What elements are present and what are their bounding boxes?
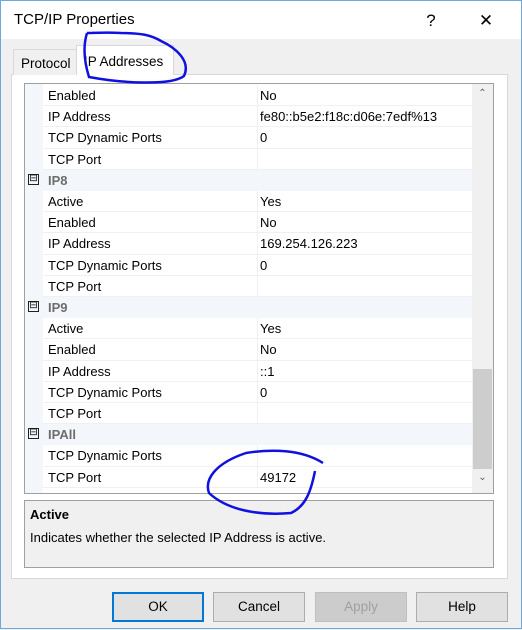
help-icon[interactable]: ?: [414, 7, 448, 35]
property-value[interactable]: 169.254.126.223: [260, 236, 358, 251]
window-title: TCP/IP Properties: [14, 11, 135, 28]
close-icon[interactable]: ✕: [469, 7, 503, 35]
apply-button: Apply: [315, 592, 407, 622]
property-row[interactable]: Enabled No: [25, 85, 472, 107]
dialog-window: TCP/IP Properties ? ✕ Protocol IP Addres…: [0, 0, 522, 629]
property-value[interactable]: No: [260, 88, 277, 103]
property-value[interactable]: 0: [260, 258, 267, 273]
property-row[interactable]: TCP Dynamic Ports 0: [25, 254, 472, 276]
property-row[interactable]: TCP Dynamic Ports 0: [25, 127, 472, 149]
property-value[interactable]: 0: [260, 385, 267, 400]
tab-protocol[interactable]: Protocol: [13, 49, 77, 75]
property-name: TCP Dynamic Ports: [48, 130, 162, 146]
property-row[interactable]: TCP Port 49172: [25, 466, 472, 488]
property-name: Enabled: [48, 88, 96, 103]
property-row[interactable]: IP Address fe80::b5e2:f18c:d06e:7edf%13: [25, 106, 472, 128]
property-name: TCP Port: [48, 406, 102, 421]
property-row[interactable]: Enabled No: [25, 339, 472, 361]
scroll-down-icon[interactable]: ⌄: [472, 472, 493, 483]
property-row[interactable]: Active Yes: [25, 318, 472, 340]
property-name: TCP Port: [48, 151, 102, 167]
description-pane: Active Indicates whether the selected IP…: [24, 500, 494, 568]
description-heading: Active: [30, 507, 70, 522]
property-name: Active: [48, 321, 84, 337]
property-value[interactable]: Yes: [260, 321, 281, 336]
collapse-icon[interactable]: ⊟: [28, 173, 39, 185]
property-grid: Enabled No IP Address fe80::b5e2:f18c:d06e:…: [24, 83, 494, 494]
scrollbar-thumb[interactable]: [473, 369, 492, 469]
collapse-icon[interactable]: ⊟: [28, 301, 39, 312]
category-name: IP8: [48, 172, 68, 188]
property-name: Enabled: [48, 342, 96, 358]
property-value[interactable]: ::1: [260, 364, 274, 379]
cancel-button[interactable]: Cancel: [213, 592, 305, 622]
collapse-icon[interactable]: ⊟: [28, 428, 39, 440]
property-name: IP Address: [48, 236, 111, 252]
property-name: TCP Dynamic Ports: [48, 257, 162, 273]
property-value[interactable]: No: [260, 342, 277, 357]
tab-ip-addresses[interactable]: IP Addresses: [76, 45, 174, 75]
property-row[interactable]: TCP Port: [25, 275, 472, 297]
title-bar: TCP/IP Properties ? ✕: [1, 1, 521, 39]
property-row[interactable]: Active Yes: [25, 191, 472, 213]
property-value[interactable]: fe80::b5e2:f18c:d06e:7edf%13: [260, 109, 437, 124]
category-row[interactable]: ⊟ IPAll: [25, 424, 472, 446]
description-text: Indicates whether the selected IP Addres…: [30, 530, 327, 545]
scroll-up-icon[interactable]: ⌃: [472, 88, 493, 99]
property-value[interactable]: Yes: [260, 194, 281, 209]
property-name: TCP Dynamic Ports: [48, 448, 162, 464]
property-name: Active: [48, 194, 84, 209]
ok-button[interactable]: OK: [112, 592, 204, 622]
property-row[interactable]: TCP Port: [25, 403, 472, 425]
property-name: TCP Port: [48, 469, 102, 485]
category-name: IP9: [48, 300, 68, 315]
property-name: TCP Port: [48, 278, 102, 294]
property-value[interactable]: No: [260, 215, 277, 230]
property-row[interactable]: TCP Dynamic Ports: [25, 445, 472, 467]
property-row[interactable]: TCP Port: [25, 148, 472, 170]
property-value[interactable]: 49172: [260, 470, 296, 485]
category-row[interactable]: ⊟ IP9: [25, 297, 472, 319]
category-name: IPAll: [48, 427, 76, 443]
vertical-scrollbar[interactable]: ⌃ ⌄: [472, 84, 493, 493]
property-row[interactable]: IP Address::1: [25, 360, 472, 382]
property-name: TCP Dynamic Ports: [48, 384, 162, 400]
property-name: IP Address: [48, 109, 111, 125]
category-row[interactable]: ⊟ IP8: [25, 169, 472, 191]
property-row[interactable]: Enabled No: [25, 212, 472, 234]
property-row[interactable]: IP Address 169.254.126.223: [25, 233, 472, 255]
property-name: Enabled: [48, 215, 96, 231]
property-value[interactable]: 0: [260, 130, 267, 145]
property-name: IP Address: [48, 363, 111, 379]
property-row[interactable]: TCP Dynamic Ports 0: [25, 381, 472, 403]
help-button[interactable]: Help: [416, 592, 508, 622]
